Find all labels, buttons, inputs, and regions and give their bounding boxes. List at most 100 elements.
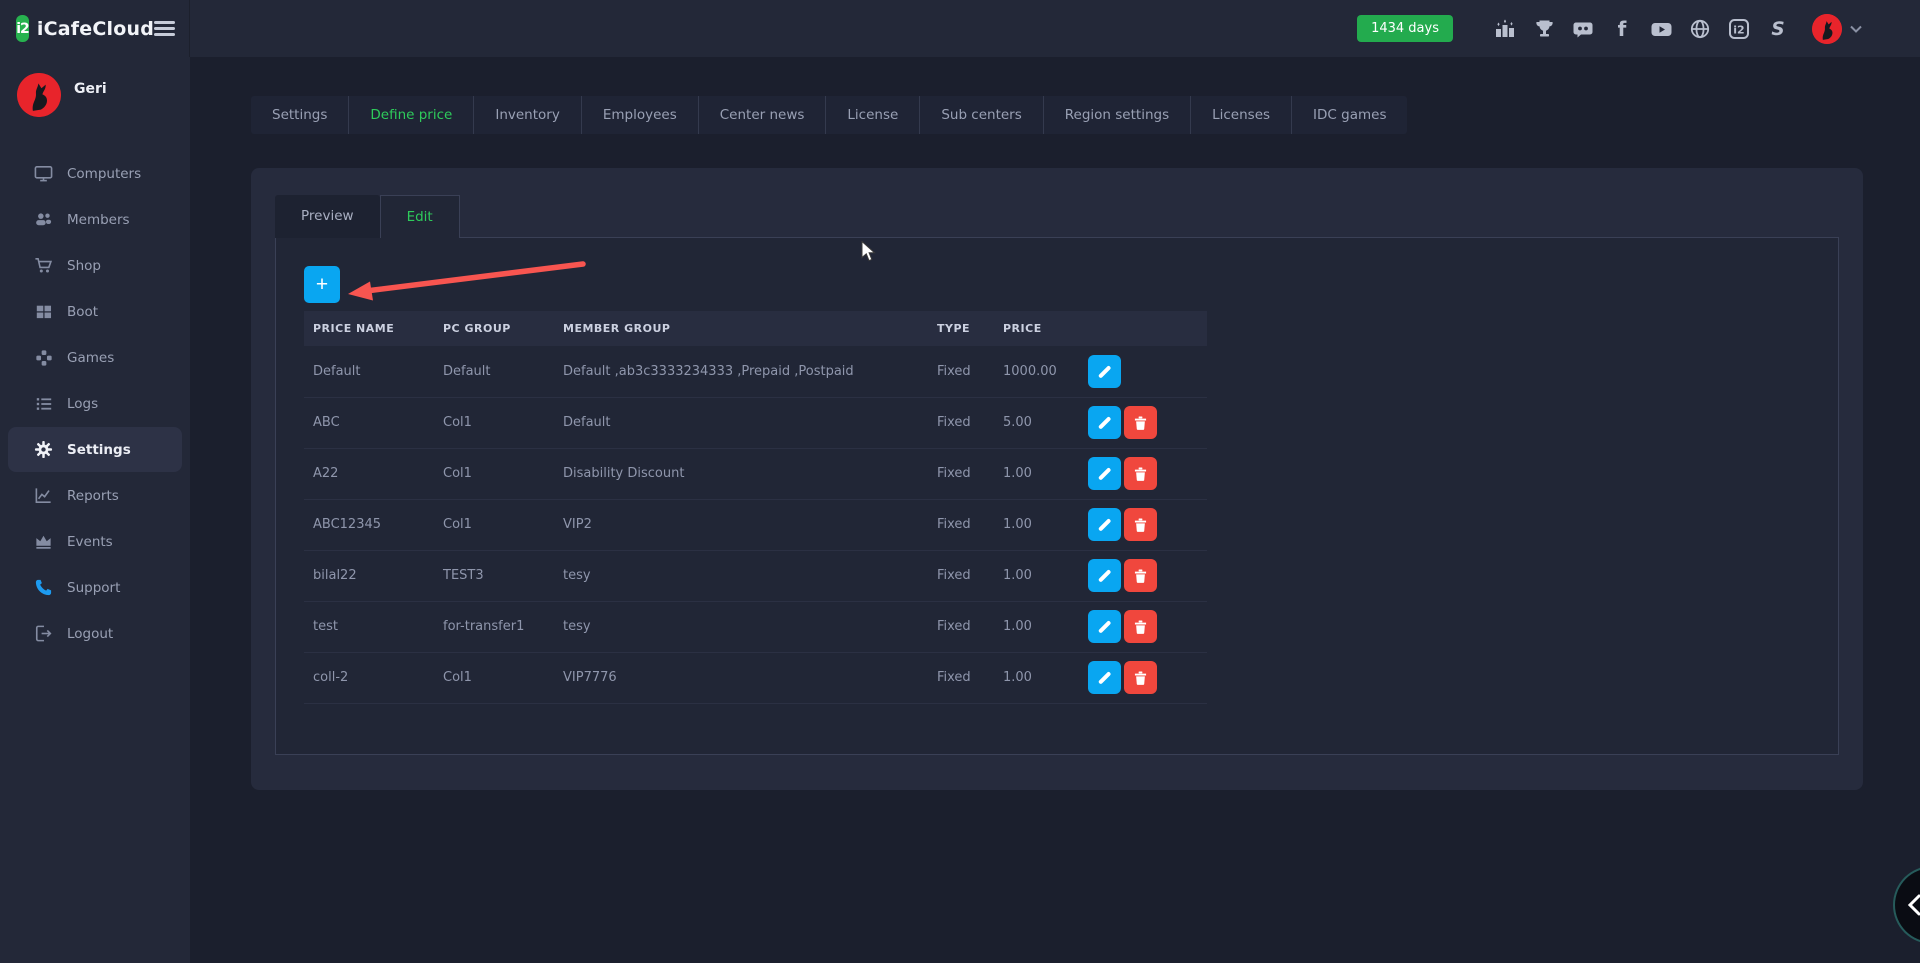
- sidebar-avatar: [17, 73, 61, 117]
- sidebar-item-computers[interactable]: Computers: [8, 151, 182, 196]
- type-cell: Fixed: [928, 601, 994, 652]
- leaderboard-icon[interactable]: [1493, 17, 1517, 41]
- member-group-cell: Disability Discount: [554, 448, 928, 499]
- sidebar-item-support[interactable]: Support: [8, 565, 182, 610]
- edit-row-button[interactable]: [1088, 661, 1121, 694]
- delete-row-button[interactable]: [1124, 457, 1157, 490]
- tab-settings[interactable]: Settings: [251, 96, 348, 134]
- member-group-cell: Default ,ab3c3333234333 ,Prepaid ,Postpa…: [554, 346, 928, 397]
- sidebar-item-label: Reports: [67, 488, 119, 504]
- tab-sub-centers[interactable]: Sub centers: [919, 96, 1042, 134]
- settings-tab-bar: Settings Define price Inventory Employee…: [251, 96, 1407, 134]
- pencil-icon: [1098, 467, 1111, 480]
- globe-icon[interactable]: [1688, 17, 1712, 41]
- sidebar-item-settings[interactable]: Settings: [8, 427, 182, 472]
- price-cell: 5.00: [994, 397, 1079, 448]
- tab-license[interactable]: License: [825, 96, 919, 134]
- delete-row-button[interactable]: [1124, 661, 1157, 694]
- pc-group-cell: Col1: [434, 499, 554, 550]
- tab-licenses[interactable]: Licenses: [1190, 96, 1291, 134]
- sidebar-item-logout[interactable]: Logout: [8, 611, 182, 656]
- col-actions: [1079, 311, 1207, 346]
- tab-edit[interactable]: Edit: [380, 195, 460, 238]
- tab-preview[interactable]: Preview: [275, 195, 380, 238]
- pencil-icon: [1098, 416, 1111, 429]
- sidebar-item-logs[interactable]: Logs: [8, 381, 182, 426]
- pencil-icon: [1098, 671, 1111, 684]
- edit-row-button[interactable]: [1088, 406, 1121, 439]
- chart-icon: [34, 486, 53, 505]
- sidebar-item-boot[interactable]: Boot: [8, 289, 182, 334]
- trophy-icon[interactable]: [1532, 17, 1556, 41]
- type-cell: Fixed: [928, 550, 994, 601]
- table-row: A22 Col1 Disability Discount Fixed 1.00: [304, 448, 1207, 499]
- sidebar-item-reports[interactable]: Reports: [8, 473, 182, 518]
- sidebar-item-events[interactable]: Events: [8, 519, 182, 564]
- logout-icon: [34, 624, 53, 643]
- col-member-group: MEMBER GROUP: [554, 311, 928, 346]
- monitor-icon: [34, 164, 53, 183]
- edit-row-button[interactable]: [1088, 559, 1121, 592]
- col-price: PRICE: [994, 311, 1079, 346]
- sidebar-item-label: Games: [67, 350, 114, 366]
- trash-icon: [1134, 416, 1147, 430]
- icafecloud-icon[interactable]: i2: [1727, 17, 1751, 41]
- brand-title: iCafeCloud: [37, 18, 154, 40]
- tab-inventory[interactable]: Inventory: [473, 96, 580, 134]
- youtube-icon[interactable]: [1649, 17, 1673, 41]
- pc-group-cell: for-transfer1: [434, 601, 554, 652]
- col-type: TYPE: [928, 311, 994, 346]
- sidebar-item-games[interactable]: Games: [8, 335, 182, 380]
- sidebar-item-label: Members: [67, 212, 130, 228]
- edit-row-button[interactable]: [1088, 508, 1121, 541]
- type-cell: Fixed: [928, 499, 994, 550]
- sidebar-user-name: Geri: [74, 81, 107, 97]
- tab-region-settings[interactable]: Region settings: [1043, 96, 1190, 134]
- brand-s-icon[interactable]: S: [1766, 17, 1790, 41]
- games-icon: [34, 348, 53, 367]
- price-name-cell: Default: [304, 346, 434, 397]
- edit-tab-panel: + PRICE NAME PC GROUP MEMBER GROUP TYPE …: [275, 237, 1839, 755]
- discord-icon[interactable]: [1571, 17, 1595, 41]
- add-price-button[interactable]: +: [304, 266, 340, 303]
- brand-s-glyph: S: [1771, 19, 1784, 40]
- sidebar-item-label: Support: [67, 580, 120, 596]
- table-row: ABC Col1 Default Fixed 5.00: [304, 397, 1207, 448]
- price-cell: 1.00: [994, 499, 1079, 550]
- tab-employees[interactable]: Employees: [581, 96, 698, 134]
- pc-group-cell: Col1: [434, 448, 554, 499]
- facebook-icon[interactable]: f: [1610, 17, 1634, 41]
- price-cell: 1.00: [994, 601, 1079, 652]
- sidebar-item-shop[interactable]: Shop: [8, 243, 182, 288]
- chevron-left-icon: [1907, 894, 1920, 916]
- tab-idc-games[interactable]: IDC games: [1291, 96, 1407, 134]
- chevron-down-icon[interactable]: [1850, 25, 1862, 33]
- pencil-icon: [1098, 518, 1111, 531]
- members-icon: [34, 210, 53, 229]
- delete-row-button[interactable]: [1124, 406, 1157, 439]
- table-row: ABC12345 Col1 VIP2 Fixed 1.00: [304, 499, 1207, 550]
- cart-icon: [34, 256, 53, 275]
- table-row: test for-transfer1 tesy Fixed 1.00: [304, 601, 1207, 652]
- user-avatar[interactable]: [1812, 14, 1842, 44]
- price-cell: 1000.00: [994, 346, 1079, 397]
- delete-row-button[interactable]: [1124, 508, 1157, 541]
- type-cell: Fixed: [928, 652, 994, 703]
- days-badge[interactable]: 1434 days: [1357, 15, 1453, 42]
- trash-icon: [1134, 620, 1147, 634]
- tab-center-news[interactable]: Center news: [698, 96, 826, 134]
- hamburger-menu-icon[interactable]: [154, 17, 175, 39]
- topbar-icon-row: f i2 S: [1493, 17, 1790, 41]
- delete-row-button[interactable]: [1124, 610, 1157, 643]
- table-row: coll-2 Col1 VIP7776 Fixed 1.00: [304, 652, 1207, 703]
- sidebar-item-members[interactable]: Members: [8, 197, 182, 242]
- tab-define-price[interactable]: Define price: [348, 96, 473, 134]
- facebook-glyph: f: [1618, 18, 1627, 40]
- edit-row-button[interactable]: [1088, 610, 1121, 643]
- price-name-cell: A22: [304, 448, 434, 499]
- member-group-cell: Default: [554, 397, 928, 448]
- delete-row-button[interactable]: [1124, 559, 1157, 592]
- edit-row-button[interactable]: [1088, 457, 1121, 490]
- edit-row-button[interactable]: [1088, 355, 1121, 388]
- table-header-row: PRICE NAME PC GROUP MEMBER GROUP TYPE PR…: [304, 311, 1207, 346]
